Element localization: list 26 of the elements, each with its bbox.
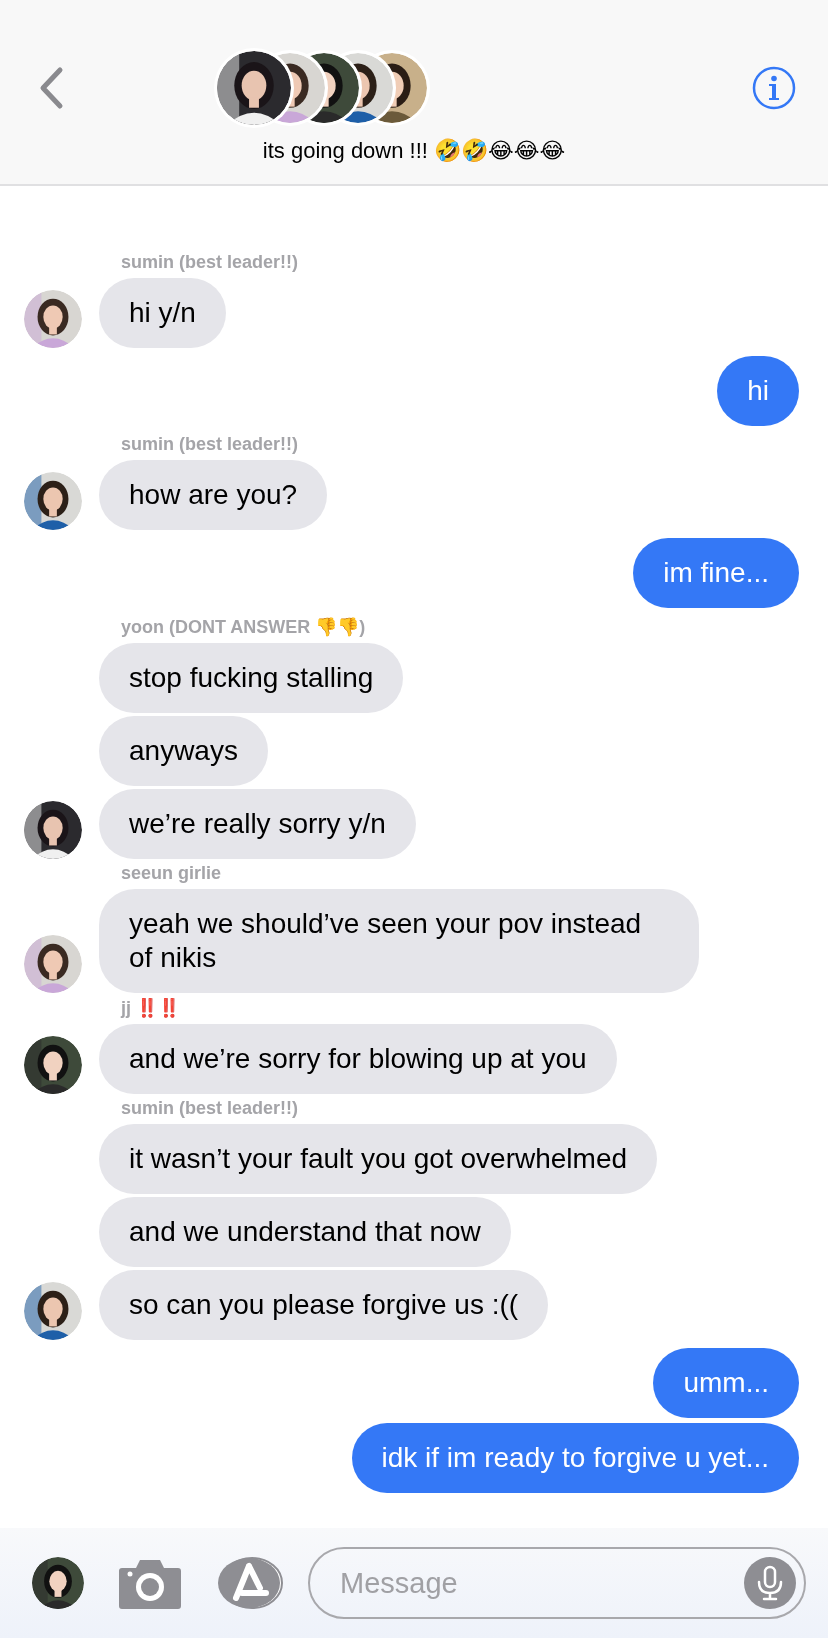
- message-bubble: im fine...: [633, 538, 799, 608]
- sender-name: jj ‼‼: [121, 997, 181, 1019]
- sender-name: sumin (best leader!!): [121, 252, 300, 273]
- sender-name: sumin (best leader!!): [121, 434, 300, 455]
- message-bubble: stop fucking stalling: [99, 643, 404, 713]
- group-title[interactable]: its going down !!! 🤣🤣😂😂😂: [0, 138, 828, 164]
- message-bubble: anyways: [99, 716, 268, 786]
- sender-name: seeun girlie: [121, 863, 223, 884]
- message-bubble: it wasn’t your fault you got overwhelmed: [99, 1124, 658, 1194]
- microphone-icon[interactable]: [744, 1557, 796, 1609]
- sender-name: yoon (DONT ANSWER 👎👎): [121, 616, 367, 638]
- message-bubble: how are you?: [99, 460, 328, 530]
- message-bubble: and we understand that now: [99, 1197, 511, 1267]
- message-bubble: we’re really sorry y/n: [99, 789, 416, 859]
- message-bubble: and we’re sorry for blowing up at you: [99, 1024, 617, 1094]
- message-bubble: idk if im ready to forgive u yet...: [351, 1423, 799, 1493]
- back-icon[interactable]: [38, 66, 64, 110]
- info-icon[interactable]: [752, 66, 796, 110]
- message-bubble: hi y/n: [99, 278, 226, 348]
- app-store-icon[interactable]: [216, 1556, 284, 1610]
- message-field[interactable]: Message: [308, 1547, 806, 1619]
- message-bubble: so can you please forgive us :((: [99, 1270, 549, 1340]
- sender-name: sumin (best leader!!): [121, 1098, 300, 1119]
- message-bubble: hi: [717, 356, 799, 426]
- message-bubble: yeah we should’ve seen your pov instead of nikis: [99, 889, 699, 993]
- message-bubble: umm...: [653, 1348, 799, 1418]
